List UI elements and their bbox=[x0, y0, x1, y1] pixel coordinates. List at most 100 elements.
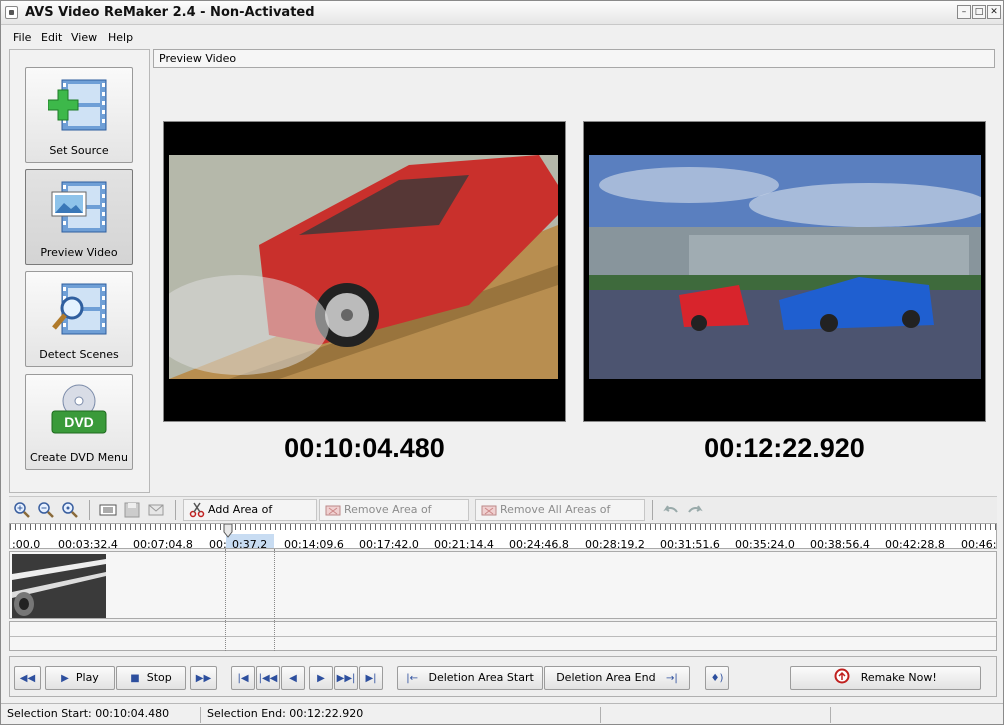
maximize-button[interactable]: □ bbox=[972, 5, 986, 19]
deletion-start-label: Deletion Area Start bbox=[428, 671, 534, 684]
video-track[interactable] bbox=[9, 551, 997, 619]
video-preview-right[interactable] bbox=[583, 121, 986, 422]
next-frame-icon: ▶ bbox=[317, 673, 325, 684]
window-title: AVS Video ReMaker 2.4 - Non-Activated bbox=[25, 5, 315, 20]
ruler-tick: 00:46:0 bbox=[961, 538, 997, 549]
selection-start-status: Selection Start: 00:10:04.480 bbox=[1, 707, 201, 723]
ruler-tick: 00: bbox=[209, 538, 227, 549]
selection-start-line bbox=[225, 549, 226, 651]
scissors-icon bbox=[189, 502, 205, 518]
undo-icon bbox=[663, 505, 678, 513]
ruler-tick: 00:07:04.8 bbox=[133, 538, 193, 549]
ruler-tick: 00:42:28.8 bbox=[885, 538, 945, 549]
deletion-area-end-button[interactable]: Deletion Area End →| bbox=[544, 666, 690, 690]
bracket-end-icon: →| bbox=[666, 673, 678, 684]
selection-end-status: Selection End: 00:12:22.920 bbox=[201, 707, 601, 723]
remove-all-areas-icon bbox=[481, 505, 497, 516]
stop-button[interactable]: ■ Stop bbox=[116, 666, 186, 690]
app-window: AVS Video ReMaker 2.4 - Non-Activated – … bbox=[0, 0, 1004, 725]
track-divider bbox=[10, 636, 996, 637]
zoom-fit-button[interactable] bbox=[59, 499, 81, 521]
redo-button[interactable] bbox=[684, 499, 706, 521]
title-bar: AVS Video ReMaker 2.4 - Non-Activated – … bbox=[1, 1, 1003, 25]
ruler-tick: 00:35:24.0 bbox=[735, 538, 795, 549]
play-icon: ▶ bbox=[61, 673, 69, 684]
ruler-tick: 00:14:09.6 bbox=[284, 538, 344, 549]
remove-all-areas-button[interactable]: Remove All Areas of Deletion bbox=[475, 499, 645, 536]
menu-bar: File Edit View Help bbox=[1, 26, 1003, 48]
sidebar-item-label: Preview Video bbox=[40, 246, 118, 259]
previous-scene-button[interactable]: |◀◀ bbox=[256, 666, 280, 690]
toolbar-separator bbox=[175, 500, 176, 520]
left-timecode: 00:10:04.480 bbox=[284, 433, 445, 463]
sidebar: Set Source Preview Video Detect Scenes D… bbox=[9, 49, 150, 493]
fast-forward-button[interactable]: ▶▶ bbox=[190, 666, 217, 690]
toolbar-separator bbox=[89, 500, 90, 520]
app-menu-icon[interactable] bbox=[5, 6, 18, 19]
previous-frame-icon: ◀ bbox=[289, 673, 297, 684]
remake-icon bbox=[834, 668, 850, 684]
status-bar: Selection Start: 00:10:04.480 Selection … bbox=[1, 703, 1003, 724]
film-frame-button[interactable] bbox=[97, 499, 119, 521]
remove-area-button[interactable]: Remove Area of Deletion bbox=[319, 499, 469, 536]
menu-file[interactable]: File bbox=[13, 31, 31, 44]
bracket-start-icon: |← bbox=[406, 673, 418, 684]
deletion-area-start-button[interactable]: |← Deletion Area Start bbox=[397, 666, 543, 690]
sidebar-item-create-dvd-menu[interactable]: DVD Create DVD Menu bbox=[25, 374, 133, 470]
video-preview-left[interactable] bbox=[163, 121, 566, 422]
previous-frame-button[interactable]: ◀ bbox=[281, 666, 305, 690]
go-to-end-icon: ▶| bbox=[365, 673, 377, 684]
film-frame-icon bbox=[99, 504, 117, 516]
transport-bar: ◀◀ ▶ Play ■ Stop ▶▶ |◀ |◀◀ ◀ ▶ ▶▶| ▶| |←… bbox=[9, 656, 997, 697]
speaker-icon: ♦) bbox=[710, 673, 724, 684]
undo-button[interactable] bbox=[660, 499, 682, 521]
go-to-start-icon: |◀ bbox=[237, 673, 249, 684]
sidebar-item-detect-scenes[interactable]: Detect Scenes bbox=[25, 271, 133, 367]
save-icon bbox=[124, 502, 140, 518]
remake-label: Remake Now! bbox=[860, 671, 937, 684]
ruler-tickmarks bbox=[10, 524, 996, 530]
deletion-track[interactable] bbox=[9, 621, 997, 651]
zoom-in-button[interactable] bbox=[11, 499, 33, 521]
film-plus-icon bbox=[48, 79, 107, 131]
envelope-icon bbox=[148, 504, 164, 516]
add-area-button[interactable]: Add Area of Deletion bbox=[183, 499, 317, 536]
ruler-tick: 00:03:32.4 bbox=[58, 538, 118, 549]
clip-thumbnail[interactable] bbox=[12, 554, 106, 618]
sidebar-item-label: Set Source bbox=[49, 144, 109, 157]
go-to-start-button[interactable]: |◀ bbox=[231, 666, 255, 690]
play-button[interactable]: ▶ Play bbox=[45, 666, 115, 690]
playhead-marker[interactable] bbox=[223, 524, 233, 538]
menu-help[interactable]: Help bbox=[108, 31, 133, 44]
go-to-end-button[interactable]: ▶| bbox=[359, 666, 383, 690]
sidebar-item-preview-video[interactable]: Preview Video bbox=[25, 169, 133, 265]
remove-area-icon bbox=[325, 505, 341, 516]
menu-edit[interactable]: Edit bbox=[41, 31, 62, 44]
film-picture-icon bbox=[51, 181, 107, 233]
remake-now-button[interactable]: Remake Now! bbox=[790, 666, 981, 690]
volume-button[interactable]: ♦) bbox=[705, 666, 729, 690]
zoom-in-icon bbox=[14, 502, 30, 518]
stop-label: Stop bbox=[146, 671, 172, 684]
rewind-icon: ◀◀ bbox=[19, 673, 36, 684]
film-magnifier-icon bbox=[52, 283, 107, 335]
next-scene-button[interactable]: ▶▶| bbox=[334, 666, 358, 690]
zoom-fit-icon bbox=[62, 502, 78, 518]
ruler-tick: 00:28:19.2 bbox=[585, 538, 645, 549]
timeline-ruler[interactable]: :00.0 00:03:32.4 00:07:04.8 00: 0:37.2 0… bbox=[9, 523, 997, 549]
save-button[interactable] bbox=[121, 499, 143, 521]
minimize-button[interactable]: – bbox=[957, 5, 971, 19]
close-button[interactable]: ✕ bbox=[987, 5, 1001, 19]
menu-view[interactable]: View bbox=[71, 31, 97, 44]
play-label: Play bbox=[75, 671, 99, 684]
export-button[interactable] bbox=[145, 499, 167, 521]
sidebar-item-set-source[interactable]: Set Source bbox=[25, 67, 133, 163]
svg-text:DVD: DVD bbox=[64, 414, 94, 430]
dvd-icon: DVD bbox=[51, 384, 107, 434]
zoom-out-button[interactable] bbox=[35, 499, 57, 521]
next-frame-button[interactable]: ▶ bbox=[309, 666, 333, 690]
toolbar-separator bbox=[652, 500, 653, 520]
right-timecode: 00:12:22.920 bbox=[704, 433, 865, 463]
rewind-button[interactable]: ◀◀ bbox=[14, 666, 41, 690]
video-frame-red-car bbox=[169, 155, 558, 379]
